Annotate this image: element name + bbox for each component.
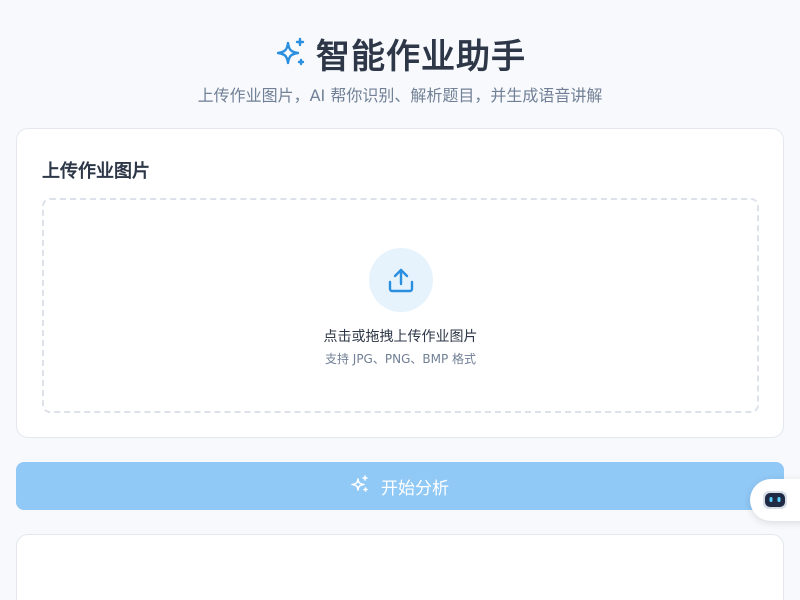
start-analysis-button[interactable]: 开始分析 (16, 462, 784, 510)
upload-card: 上传作业图片 点击或拖拽上传作业图片 支持 JPG、PNG、BMP 格式 (16, 128, 784, 438)
sparkles-icon (351, 474, 369, 498)
page-title: 智能作业助手 (316, 36, 526, 77)
dropzone-text: 点击或拖拽上传作业图片 (323, 329, 478, 345)
upload-card-title: 上传作业图片 (42, 161, 150, 182)
upload-icon (388, 268, 413, 293)
app-page: 智能作业助手 上传作业图片，AI 帮你识别、解析题目，并生成语音讲解 上传作业图… (0, 0, 800, 600)
assistant-button[interactable] (750, 479, 800, 521)
page-subtitle: 上传作业图片，AI 帮你识别、解析题目，并生成语音讲解 (197, 86, 603, 105)
robot-icon (763, 491, 787, 509)
dropzone-format-hint: 支持 JPG、PNG、BMP 格式 (324, 352, 477, 366)
upload-dropzone[interactable]: 点击或拖拽上传作业图片 支持 JPG、PNG、BMP 格式 (42, 198, 759, 413)
sparkles-icon (274, 36, 308, 70)
page-header: 智能作业助手 上传作业图片，AI 帮你识别、解析题目，并生成语音讲解 (0, 30, 800, 106)
title-row: 智能作业助手 (0, 30, 800, 77)
start-analysis-label: 开始分析 (381, 478, 449, 499)
result-card (16, 534, 784, 600)
upload-icon-circle (368, 248, 433, 312)
